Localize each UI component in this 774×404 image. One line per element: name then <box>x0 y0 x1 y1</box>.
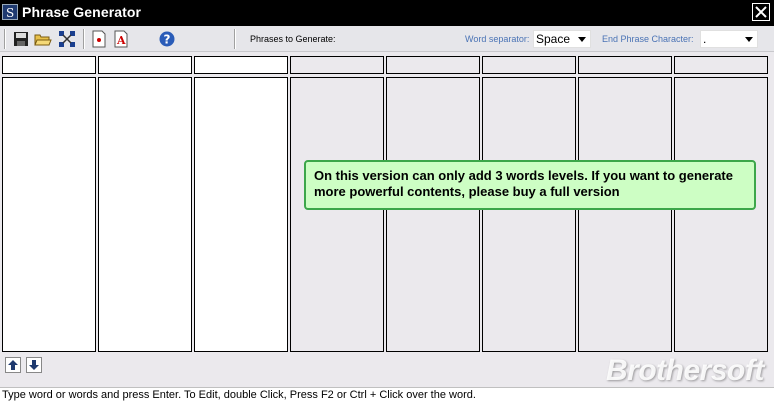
save-button[interactable] <box>12 30 30 48</box>
toolbar-separator <box>83 29 85 49</box>
svg-text:?: ? <box>164 33 171 47</box>
svg-text:S: S <box>6 6 14 19</box>
word-level-7-list <box>578 77 672 352</box>
arrow-up-icon <box>8 360 18 370</box>
close-icon <box>755 6 767 18</box>
word-level-1-list[interactable] <box>2 77 96 352</box>
network-icon <box>59 31 75 47</box>
phrases-to-generate-label: Phrases to Generate: <box>250 34 336 44</box>
word-level-3-input[interactable] <box>194 56 288 74</box>
network-button[interactable] <box>58 30 76 48</box>
svg-text:A: A <box>116 34 126 47</box>
open-button[interactable] <box>34 30 52 48</box>
toolbar-separator <box>234 29 236 49</box>
word-separator-select[interactable]: Space <box>533 30 591 48</box>
app-icon: S <box>2 4 18 20</box>
new-document-button[interactable] <box>90 30 108 48</box>
word-separator-label: Word separator: <box>465 34 530 44</box>
help-icon: ? <box>159 31 175 47</box>
word-level-6-input <box>482 56 576 74</box>
word-level-8-list <box>674 77 768 352</box>
brothersoft-watermark: Brothersoft <box>606 354 764 387</box>
folder-open-icon <box>34 34 52 46</box>
word-level-1-input[interactable] <box>2 56 96 74</box>
end-phrase-character-value: . <box>703 32 707 46</box>
toolbar-separator <box>4 29 6 49</box>
status-bar: Type word or words and press Enter. To E… <box>0 387 774 404</box>
word-level-7-input <box>578 56 672 74</box>
toolbar: A ? Phrases to Generate: Word separator:… <box>0 26 774 52</box>
close-button[interactable] <box>752 3 770 21</box>
save-icon <box>14 32 28 46</box>
word-level-4-input <box>290 56 384 74</box>
word-level-5-input <box>386 56 480 74</box>
arrow-down-icon <box>29 360 39 370</box>
word-level-5-list <box>386 77 480 352</box>
word-level-2-input[interactable] <box>98 56 192 74</box>
word-level-8-input <box>674 56 768 74</box>
font-icon: A <box>114 30 128 48</box>
font-button[interactable]: A <box>112 30 130 48</box>
move-down-button[interactable] <box>26 357 42 373</box>
move-up-button[interactable] <box>5 357 21 373</box>
end-phrase-character-select[interactable]: . <box>700 30 758 48</box>
word-separator-value: Space <box>536 32 571 46</box>
trial-notice: On this version can only add 3 words lev… <box>304 160 756 210</box>
chevron-down-icon[interactable] <box>574 31 590 47</box>
window-title: Phrase Generator <box>22 4 142 20</box>
word-level-4-list <box>290 77 384 352</box>
word-level-6-list <box>482 77 576 352</box>
document-icon <box>92 30 106 48</box>
title-bar: S Phrase Generator <box>0 0 774 26</box>
word-level-3-list[interactable] <box>194 77 288 352</box>
word-level-2-list[interactable] <box>98 77 192 352</box>
end-phrase-character-label: End Phrase Character: <box>602 34 694 44</box>
help-button[interactable]: ? <box>158 30 176 48</box>
chevron-down-icon[interactable] <box>741 31 757 47</box>
